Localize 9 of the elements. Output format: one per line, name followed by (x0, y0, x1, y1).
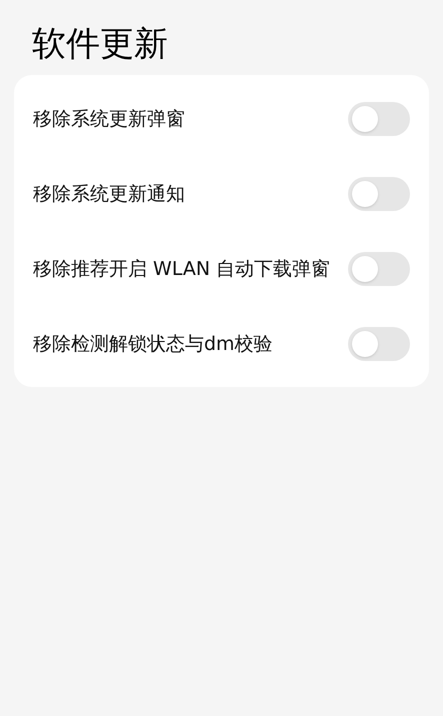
setting-label: 移除系统更新通知 (33, 182, 186, 206)
toggle-switch[interactable] (348, 326, 410, 360)
toggle-switch[interactable] (348, 176, 410, 210)
toggle-switch[interactable] (348, 252, 410, 286)
toggle-switch[interactable] (348, 102, 410, 136)
setting-label: 移除检测解锁状态与dm校验 (33, 332, 274, 356)
setting-label: 移除推荐开启 WLAN 自动下载弹窗 (33, 256, 332, 282)
page-title: 软件更新 (32, 23, 169, 66)
setting-label: 移除系统更新弹窗 (33, 106, 186, 132)
